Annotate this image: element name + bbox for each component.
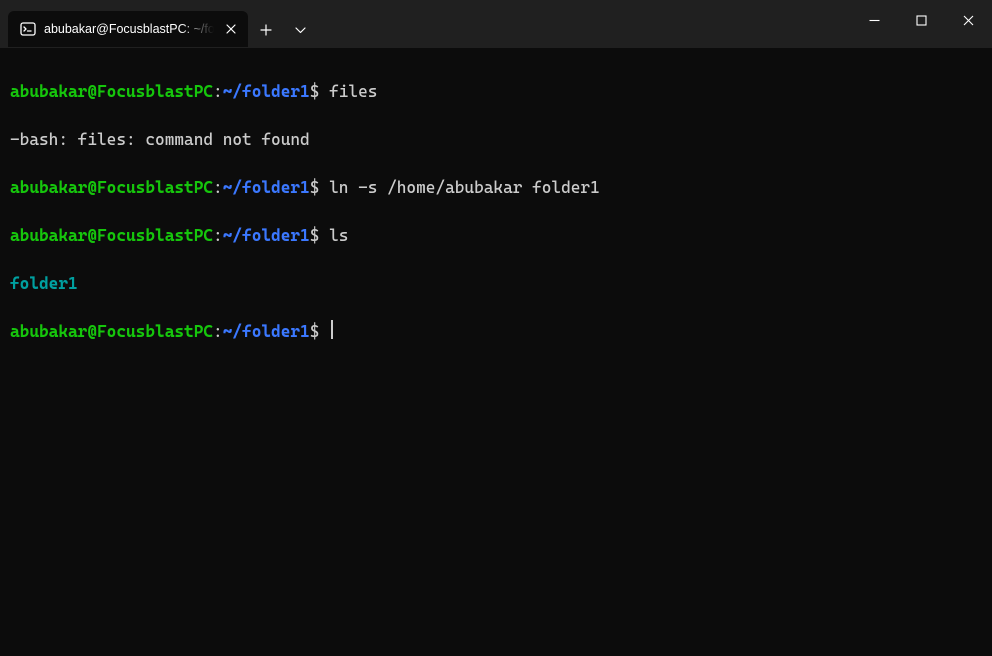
terminal-line: abubakar@FocusblastPC:~/folder1$ ln -s /… (10, 176, 982, 200)
prompt-user-host: abubakar@FocusblastPC (10, 82, 213, 101)
prompt-dollar: $ (310, 322, 320, 341)
cursor (331, 320, 333, 339)
terminal-output[interactable]: abubakar@FocusblastPC:~/folder1$ files -… (0, 48, 992, 376)
command-text: files (329, 82, 377, 101)
prompt-dollar: $ (310, 226, 320, 245)
terminal-line: folder1 (10, 272, 982, 296)
prompt-path: ~/folder1 (223, 178, 310, 197)
prompt-colon: : (213, 226, 223, 245)
prompt-path: ~/folder1 (223, 226, 310, 245)
minimize-button[interactable] (851, 0, 898, 40)
prompt-dollar: $ (310, 82, 320, 101)
prompt-colon: : (213, 178, 223, 197)
terminal-line: abubakar@FocusblastPC:~/folder1$ files (10, 80, 982, 104)
prompt-colon: : (213, 82, 223, 101)
prompt-user-host: abubakar@FocusblastPC (10, 322, 213, 341)
close-window-button[interactable] (945, 0, 992, 40)
terminal-line: abubakar@FocusblastPC:~/folder1$ (10, 320, 982, 344)
tab-title: abubakar@FocusblastPC: ~/folder1 (44, 22, 214, 36)
tab-close-button[interactable] (222, 20, 240, 38)
terminal-line: -bash: files: command not found (10, 128, 982, 152)
tabs-area: abubakar@FocusblastPC: ~/folder1 (0, 0, 851, 48)
window-controls (851, 0, 992, 40)
new-tab-button[interactable] (250, 14, 282, 46)
prompt-path: ~/folder1 (223, 82, 310, 101)
terminal-line: abubakar@FocusblastPC:~/folder1$ ls (10, 224, 982, 248)
titlebar: abubakar@FocusblastPC: ~/folder1 (0, 0, 992, 48)
maximize-button[interactable] (898, 0, 945, 40)
terminal-tab[interactable]: abubakar@FocusblastPC: ~/folder1 (8, 11, 248, 47)
command-text: ls (329, 226, 348, 245)
prompt-dollar: $ (310, 178, 320, 197)
prompt-user-host: abubakar@FocusblastPC (10, 226, 213, 245)
output-text: -bash: files: command not found (10, 130, 310, 149)
prompt-colon: : (213, 322, 223, 341)
prompt-user-host: abubakar@FocusblastPC (10, 178, 213, 197)
tab-dropdown-button[interactable] (284, 14, 316, 46)
command-text: ln -s /home/abubakar folder1 (329, 178, 600, 197)
ls-symlink-entry: folder1 (10, 274, 78, 293)
terminal-icon (20, 21, 36, 37)
prompt-path: ~/folder1 (223, 322, 310, 341)
